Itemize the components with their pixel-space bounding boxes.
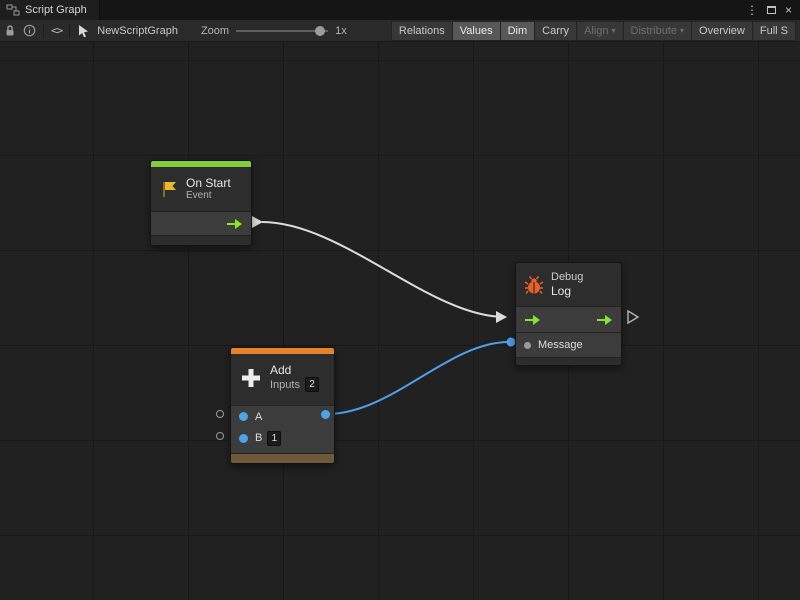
graph-toolbar: <> NewScriptGraph Zoom 1x Relations Valu… <box>0 20 800 42</box>
port-b-value-field[interactable]: 1 <box>267 431 281 446</box>
carry-button[interactable]: Carry <box>534 21 576 41</box>
value-wire-add-to-message[interactable] <box>327 342 509 414</box>
bug-icon <box>524 275 544 295</box>
node-footer <box>231 453 334 463</box>
toolbar-buttons: Relations Values Dim Carry Align ▾ Distr… <box>391 21 796 41</box>
window-controls: ⋮ × <box>746 0 800 20</box>
dim-button[interactable]: Dim <box>500 21 535 41</box>
wires-layer <box>0 42 800 600</box>
port-label: A <box>255 411 262 423</box>
add-node[interactable]: Add Inputs 2 A B 1 <box>230 347 335 464</box>
tab-script-graph[interactable]: Script Graph <box>0 0 100 20</box>
flow-port-row <box>151 211 251 235</box>
info-icon[interactable] <box>23 24 36 37</box>
flag-icon <box>159 179 179 199</box>
message-input-port[interactable] <box>524 342 531 349</box>
toolbar-separator <box>69 24 70 38</box>
node-title: Add <box>270 363 319 377</box>
overview-button[interactable]: Overview <box>691 21 752 41</box>
distribute-label: Distribute <box>631 25 677 37</box>
graph-canvas[interactable]: On Start Event <box>0 42 800 600</box>
align-button[interactable]: Align ▾ <box>576 21 622 41</box>
port-label: B <box>255 432 262 444</box>
message-port-row: Message <box>516 332 621 357</box>
flow-output-port-icon[interactable] <box>226 218 243 230</box>
values-button[interactable]: Values <box>452 21 500 41</box>
chevron-down-icon: ▾ <box>680 26 684 35</box>
plus-icon <box>239 366 263 390</box>
code-icon[interactable]: <> <box>51 24 62 37</box>
flow-port-row <box>516 306 621 332</box>
flow-output-port-icon[interactable] <box>596 314 613 326</box>
debug-log-node[interactable]: Debug Log Message <box>515 262 622 366</box>
node-footer <box>151 235 251 245</box>
graph-asset-icon <box>77 24 90 38</box>
chevron-down-icon: ▾ <box>612 26 616 35</box>
port-row-b: B 1 <box>231 427 334 453</box>
unconnected-value-stub-icon[interactable] <box>216 432 224 440</box>
tab-title: Script Graph <box>25 4 87 16</box>
relations-button[interactable]: Relations <box>391 21 452 41</box>
script-graph-icon <box>6 4 20 16</box>
value-output-port[interactable] <box>321 410 330 419</box>
toolbar-separator <box>43 24 44 38</box>
node-subtitle: Event <box>186 190 231 202</box>
inputs-count-field[interactable]: 2 <box>305 377 319 392</box>
zoom-label: Zoom <box>201 25 229 37</box>
close-icon[interactable]: × <box>785 0 792 20</box>
distribute-button[interactable]: Distribute ▾ <box>623 21 691 41</box>
value-input-port-b[interactable] <box>239 434 248 443</box>
flow-input-port-icon[interactable] <box>524 314 541 326</box>
lock-icon[interactable] <box>4 24 16 37</box>
titlebar: Script Graph ⋮ × <box>0 0 800 20</box>
fullscreen-button[interactable]: Full S <box>752 21 796 41</box>
node-footer <box>516 357 621 365</box>
graph-name-label[interactable]: NewScriptGraph <box>97 25 178 37</box>
flow-wire-start-arrow-icon <box>252 216 263 228</box>
zoom-value: 1x <box>335 25 347 37</box>
align-label: Align <box>584 25 608 37</box>
unconnected-value-stub-icon[interactable] <box>216 410 224 418</box>
port-label: Message <box>538 339 583 351</box>
flow-wire-end-arrow-icon <box>496 311 507 323</box>
port-row-a: A <box>231 405 334 427</box>
value-input-port-a[interactable] <box>239 412 248 421</box>
flow-wire-onstart-to-log[interactable] <box>262 222 505 317</box>
zoom-slider[interactable] <box>236 26 328 36</box>
on-start-node[interactable]: On Start Event <box>150 160 252 246</box>
maximize-icon[interactable] <box>767 6 776 14</box>
node-category: Debug <box>551 271 583 284</box>
menu-icon[interactable]: ⋮ <box>746 0 758 20</box>
inputs-label: Inputs <box>270 379 300 391</box>
node-title: Log <box>551 284 583 298</box>
unconnected-flow-stub-icon[interactable] <box>628 311 638 323</box>
unity-script-graph-window: Script Graph ⋮ × <> NewScriptGraph Zoom <box>0 0 800 600</box>
node-title: On Start <box>186 176 231 190</box>
zoom-slider-handle[interactable] <box>315 26 325 36</box>
